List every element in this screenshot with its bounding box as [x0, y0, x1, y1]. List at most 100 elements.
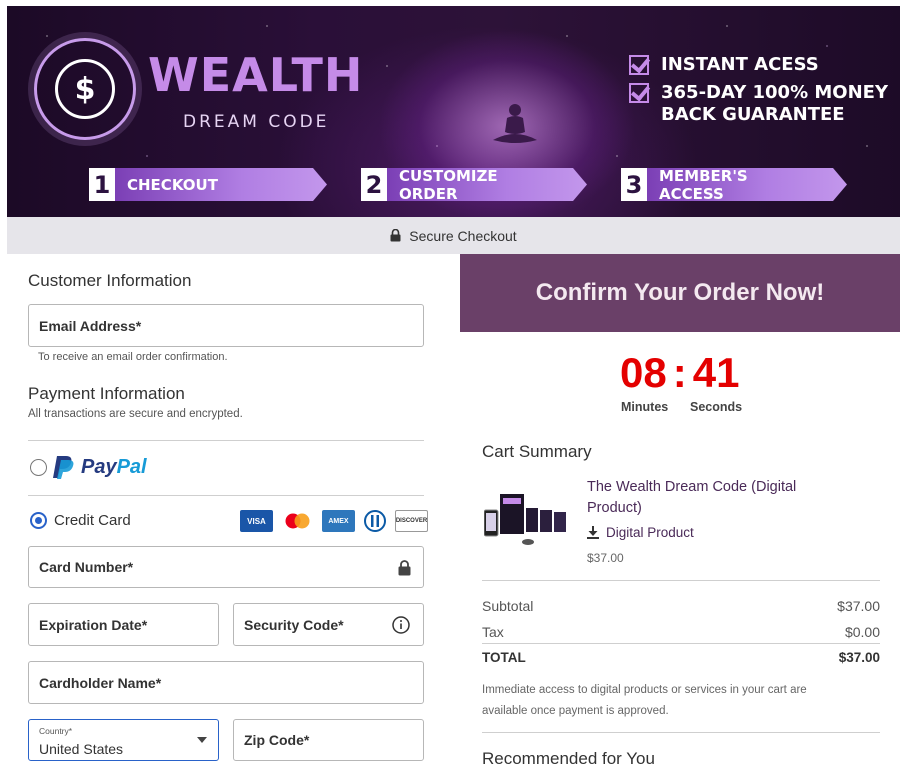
secure-checkout-text: Secure Checkout — [409, 227, 517, 244]
paypal-radio[interactable] — [30, 459, 47, 476]
credit-card-label[interactable]: Credit Card — [54, 512, 131, 529]
paypal-label-pal: Pal — [116, 455, 147, 478]
checkout-steps: 1 CHECKOUT 2 CUSTOMIZE ORDER 3 MEMBER'S … — [89, 168, 881, 201]
step-customize-order: 2 CUSTOMIZE ORDER — [361, 168, 587, 201]
product-type: Digital Product — [587, 525, 694, 540]
meditation-figure-icon — [493, 104, 537, 143]
paypal-label: PayPal — [81, 456, 147, 479]
divider — [28, 495, 424, 496]
divider — [482, 580, 880, 581]
cardholder-name-field[interactable]: Cardholder Name* — [28, 661, 424, 704]
expiration-date-label: Expiration Date* — [39, 616, 148, 633]
email-field-label: Email Address* — [39, 317, 142, 334]
timer-separator: : — [672, 349, 687, 396]
card-number-label: Card Number* — [39, 559, 134, 575]
recommended-heading: Recommended for You — [482, 749, 655, 766]
divider — [482, 732, 880, 733]
security-code-field[interactable]: Security Code* — [233, 603, 424, 646]
access-notice-line: available once payment is approved. — [482, 705, 669, 717]
benefit-text: 365-DAY 100% MONEY BACK GUARANTEE — [661, 82, 888, 126]
payment-subtext: All transactions are secure and encrypte… — [28, 408, 243, 420]
paypal-icon — [53, 456, 74, 479]
download-icon — [587, 526, 599, 539]
paypal-option[interactable]: PayPal — [53, 454, 147, 480]
tax-row: Tax $0.00 — [482, 624, 880, 640]
zip-code-label: Zip Code* — [244, 732, 310, 748]
product-name[interactable]: The Wealth Dream Code (Digital Product) — [587, 477, 796, 519]
checkbox-icon — [629, 83, 649, 103]
card-number-field[interactable]: Card Number* — [28, 546, 424, 588]
credit-card-radio[interactable] — [30, 512, 47, 529]
product-price: $37.00 — [587, 551, 624, 565]
brand-subtitle: DREAM CODE — [183, 112, 330, 132]
card-brands: VISA AMEX DISCOVER — [240, 510, 436, 532]
total-label: TOTAL — [482, 650, 526, 665]
cardholder-name-label: Cardholder Name* — [39, 674, 162, 691]
step-number: 2 — [361, 168, 387, 201]
cart-summary-heading: Cart Summary — [482, 442, 592, 461]
step-checkout: 1 CHECKOUT — [89, 168, 327, 201]
country-value: United States — [39, 741, 124, 757]
product-name-line: The Wealth Dream Code (Digital — [587, 479, 797, 495]
timer-minutes: 08 — [620, 349, 667, 396]
amex-icon: AMEX — [322, 510, 355, 532]
customer-info-heading: Customer Information — [28, 271, 192, 290]
access-notice: Immediate access to digital products or … — [482, 680, 807, 722]
divider — [482, 643, 880, 644]
product-image — [484, 494, 566, 545]
benefit-item: INSTANT ACESS — [629, 54, 888, 76]
timer-seconds-label: Seconds — [690, 400, 743, 414]
step-members-access: 3 MEMBER'S ACCESS — [621, 168, 847, 201]
expiration-date-field[interactable]: Expiration Date* — [28, 603, 219, 646]
benefit-text-line: BACK GUARANTEE — [661, 104, 845, 125]
timer-seconds: 41 — [692, 349, 740, 396]
product-type-text: Digital Product — [606, 525, 694, 540]
subtotal-value: $37.00 — [837, 598, 880, 614]
security-code-label: Security Code* — [244, 616, 344, 633]
access-notice-line: Immediate access to digital products or … — [482, 684, 807, 696]
countdown-timer: 08 : 41 — [620, 349, 739, 397]
product-name-line: Product) — [587, 500, 642, 516]
divider — [28, 440, 424, 441]
tax-value: $0.00 — [844, 624, 880, 640]
step-label: CUSTOMIZE ORDER — [387, 168, 587, 201]
email-field[interactable]: Email Address* — [28, 304, 424, 347]
lock-icon — [390, 229, 401, 242]
hero-banner: $ WEALTH DREAM CODE INSTANT ACESS 365-DA… — [7, 6, 900, 217]
confirm-order-heading: Confirm Your Order Now! — [460, 254, 900, 332]
mastercard-icon — [281, 510, 314, 532]
diners-club-icon — [363, 510, 387, 532]
benefit-text: INSTANT ACESS — [661, 54, 819, 75]
chevron-down-icon — [197, 737, 207, 743]
benefit-text-line: 365-DAY 100% MONEY — [661, 82, 888, 103]
discover-icon: DISCOVER — [395, 510, 428, 532]
timer-minutes-label: Minutes — [621, 400, 669, 414]
subtotal-label: Subtotal — [482, 598, 534, 614]
info-icon[interactable] — [392, 616, 410, 634]
dollar-coin-icon: $ — [55, 59, 115, 119]
tax-label: Tax — [482, 624, 504, 640]
total-row: TOTAL $37.00 — [482, 650, 880, 665]
paypal-label-pay: Pay — [81, 455, 117, 478]
order-summary: Confirm Your Order Now! 08 : 41 Minutes … — [460, 254, 900, 766]
secure-checkout-bar: Secure Checkout — [7, 217, 900, 254]
step-number: 3 — [621, 168, 647, 201]
zip-code-field[interactable]: Zip Code* — [233, 719, 424, 761]
brand-title: WEALTH — [148, 48, 364, 102]
brand-logo-icon: $ — [34, 38, 136, 140]
country-label: Country* — [39, 726, 73, 736]
step-number: 1 — [89, 168, 115, 201]
benefits-list: INSTANT ACESS 365-DAY 100% MONEY BACK GU… — [629, 54, 888, 132]
step-label: CHECKOUT — [115, 168, 327, 201]
benefit-item: 365-DAY 100% MONEY BACK GUARANTEE — [629, 82, 888, 126]
payment-info-heading: Payment Information — [28, 384, 185, 403]
checkbox-icon — [629, 55, 649, 75]
country-select[interactable]: Country* United States — [28, 719, 219, 761]
checkout-form: Customer Information Email Address* To r… — [7, 254, 454, 766]
step-label: MEMBER'S ACCESS — [647, 168, 847, 201]
lock-icon — [398, 560, 411, 576]
total-value: $37.00 — [838, 650, 880, 665]
subtotal-row: Subtotal $37.00 — [482, 598, 880, 614]
email-hint: To receive an email order confirmation. — [38, 351, 228, 363]
visa-icon: VISA — [240, 510, 273, 532]
